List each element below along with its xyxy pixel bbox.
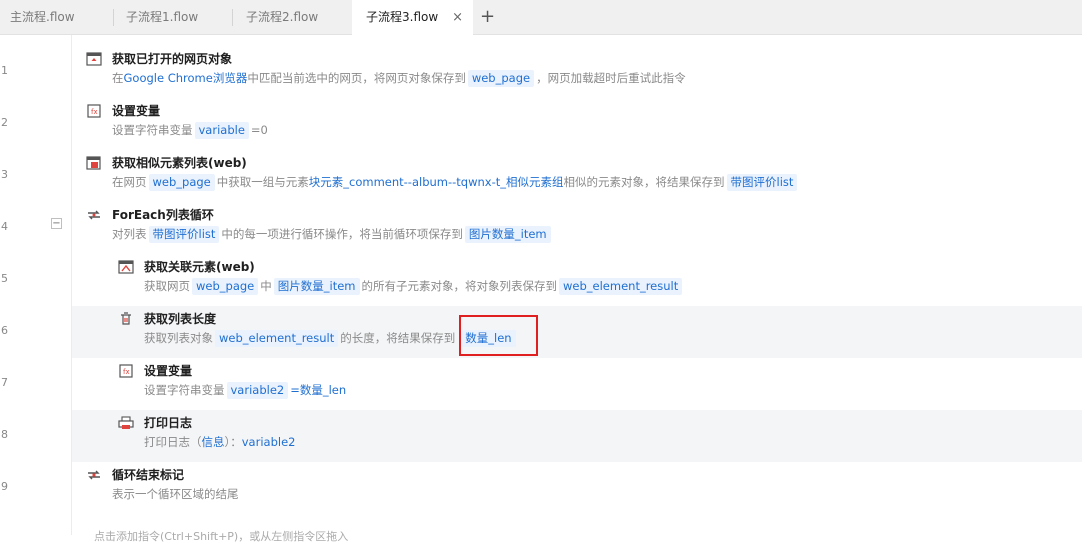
add-instruction-hint[interactable]: 点击添加指令(Ctrl+Shift+P)，或从左侧指令区拖入 bbox=[94, 528, 348, 544]
step-description: 设置字符串变量 variable =0 bbox=[112, 122, 268, 139]
variable-ref[interactable]: =数量_len bbox=[290, 383, 346, 397]
step-description: 获取网页 web_page 中图片数量_item 的所有子元素对象，将对象列表保存到 w… bbox=[144, 277, 684, 295]
flow-step-9[interactable]: 9 循环结束标记 表示一个循环区域的结尾 bbox=[0, 462, 1082, 514]
flow-step-2[interactable]: 2 fx 设置变量 设置字符串变量 variable =0 bbox=[0, 98, 1082, 150]
collapse-toggle-icon[interactable]: − bbox=[51, 218, 62, 229]
step-description: 对列表 带图评价list 中的每一项进行循环操作，将当前循环项保存到 图片数量_ite… bbox=[112, 225, 553, 243]
tab-label: 子流程1.flow bbox=[126, 10, 199, 24]
variable-chip[interactable]: web_page bbox=[148, 174, 215, 191]
variable-chip[interactable]: web_element_result bbox=[559, 278, 683, 295]
line-number: 5 bbox=[1, 272, 8, 285]
step-title: 获取列表长度 bbox=[144, 312, 217, 326]
line-number: 2 bbox=[1, 116, 8, 129]
element-ref[interactable]: 块元素_comment--album--tqwnx-t_相似元素组 bbox=[309, 175, 564, 189]
list-length-icon bbox=[118, 311, 134, 325]
tab-label: 主流程.flow bbox=[10, 10, 75, 24]
variable-ref[interactable]: variable2 bbox=[242, 435, 296, 449]
variable-chip[interactable]: variable bbox=[194, 122, 249, 139]
tab-subflow-3[interactable]: 子流程3.flow × bbox=[352, 0, 473, 36]
step-title: 获取相似元素列表(web) bbox=[112, 156, 247, 170]
loop-icon bbox=[86, 207, 102, 221]
step-title: 设置变量 bbox=[144, 364, 193, 378]
svg-text:fx: fx bbox=[123, 368, 130, 376]
flow-step-7[interactable]: 7 fx 设置变量 设置字符串变量 variable2 =数量_len bbox=[0, 358, 1082, 410]
line-number: 3 bbox=[1, 168, 8, 181]
step-description: 打印日志（信息）：variable2 bbox=[144, 435, 296, 449]
flow-step-6[interactable]: 6 获取列表长度 获取列表对象 web_element_result 的长度，将结果… bbox=[0, 306, 1082, 358]
print-icon bbox=[118, 415, 134, 429]
tab-subflow-2[interactable]: 子流程2.flow bbox=[233, 0, 352, 35]
log-level[interactable]: 信息 bbox=[202, 435, 225, 449]
element-list-icon bbox=[86, 155, 102, 170]
line-number: 7 bbox=[1, 376, 8, 389]
step-title: ForEach列表循环 bbox=[112, 208, 214, 222]
variable-chip[interactable]: 带图评价list bbox=[148, 226, 220, 243]
tab-subflow-1[interactable]: 子流程1.flow bbox=[114, 0, 233, 35]
step-title: 获取已打开的网页对象 bbox=[112, 52, 233, 66]
flow-step-1[interactable]: 1 获取已打开的网页对象 在Google Chrome浏览器中匹配当前选中的网页… bbox=[0, 46, 1082, 98]
line-number: 9 bbox=[1, 480, 8, 493]
flow-step-4[interactable]: 4 − ForEach列表循环 对列表 带图评价list 中的每一项进行循环操作，将… bbox=[0, 202, 1082, 254]
add-tab-button[interactable]: + bbox=[480, 0, 495, 35]
variable-chip[interactable]: web_page bbox=[192, 278, 259, 295]
step-title: 循环结束标记 bbox=[112, 468, 185, 482]
tab-bar: 主流程.flow 子流程1.flow 子流程2.flow 子流程3.flow ×… bbox=[0, 0, 1082, 36]
line-number: 1 bbox=[1, 64, 8, 77]
line-number: 8 bbox=[1, 428, 8, 441]
step-title: 设置变量 bbox=[112, 104, 161, 118]
variable-icon: fx bbox=[86, 103, 102, 118]
variable-chip[interactable]: 图片数量_item bbox=[273, 278, 360, 295]
variable-icon: fx bbox=[118, 363, 134, 378]
tab-label: 子流程3.flow bbox=[366, 10, 439, 24]
variable-chip[interactable]: web_page bbox=[467, 70, 535, 87]
tab-label: 子流程2.flow bbox=[246, 10, 319, 24]
step-title: 获取关联元素(web) bbox=[144, 260, 255, 274]
tab-main-flow[interactable]: 主流程.flow bbox=[0, 0, 114, 35]
step-description: 设置字符串变量 variable2 =数量_len bbox=[144, 382, 347, 399]
step-description: 在Google Chrome浏览器中匹配当前选中的网页，将网页对象保存到 web_… bbox=[112, 70, 686, 87]
loop-end-icon bbox=[86, 467, 102, 481]
svg-text:fx: fx bbox=[91, 108, 98, 116]
step-description: 表示一个循环区域的结尾 bbox=[112, 487, 239, 501]
variable-chip[interactable]: 图片数量_item bbox=[464, 226, 551, 243]
variable-chip[interactable]: web_element_result bbox=[215, 330, 339, 347]
line-number: 4 bbox=[1, 220, 8, 233]
flow-step-3[interactable]: 3 获取相似元素列表(web) 在网页 web_page 中获取一组与元素块元素_c… bbox=[0, 150, 1082, 202]
step-description: 在网页 web_page 中获取一组与元素块元素_comment--album--t… bbox=[112, 173, 799, 191]
variable-chip[interactable]: 带图评价list bbox=[726, 174, 798, 191]
related-element-icon bbox=[118, 259, 134, 274]
variable-chip[interactable]: variable2 bbox=[226, 382, 289, 399]
close-icon[interactable]: × bbox=[452, 0, 463, 35]
browser-icon bbox=[86, 51, 102, 66]
step-title: 打印日志 bbox=[144, 416, 193, 430]
highlight-box bbox=[459, 315, 538, 356]
browser-ref[interactable]: Google Chrome浏览器 bbox=[124, 71, 248, 85]
line-number: 6 bbox=[1, 324, 8, 337]
flow-step-5[interactable]: 5 获取关联元素(web) 获取网页 web_page 中图片数量_item 的所有子… bbox=[0, 254, 1082, 306]
flow-step-8[interactable]: 8 打印日志 打印日志（信息）：variable2 bbox=[0, 410, 1082, 462]
